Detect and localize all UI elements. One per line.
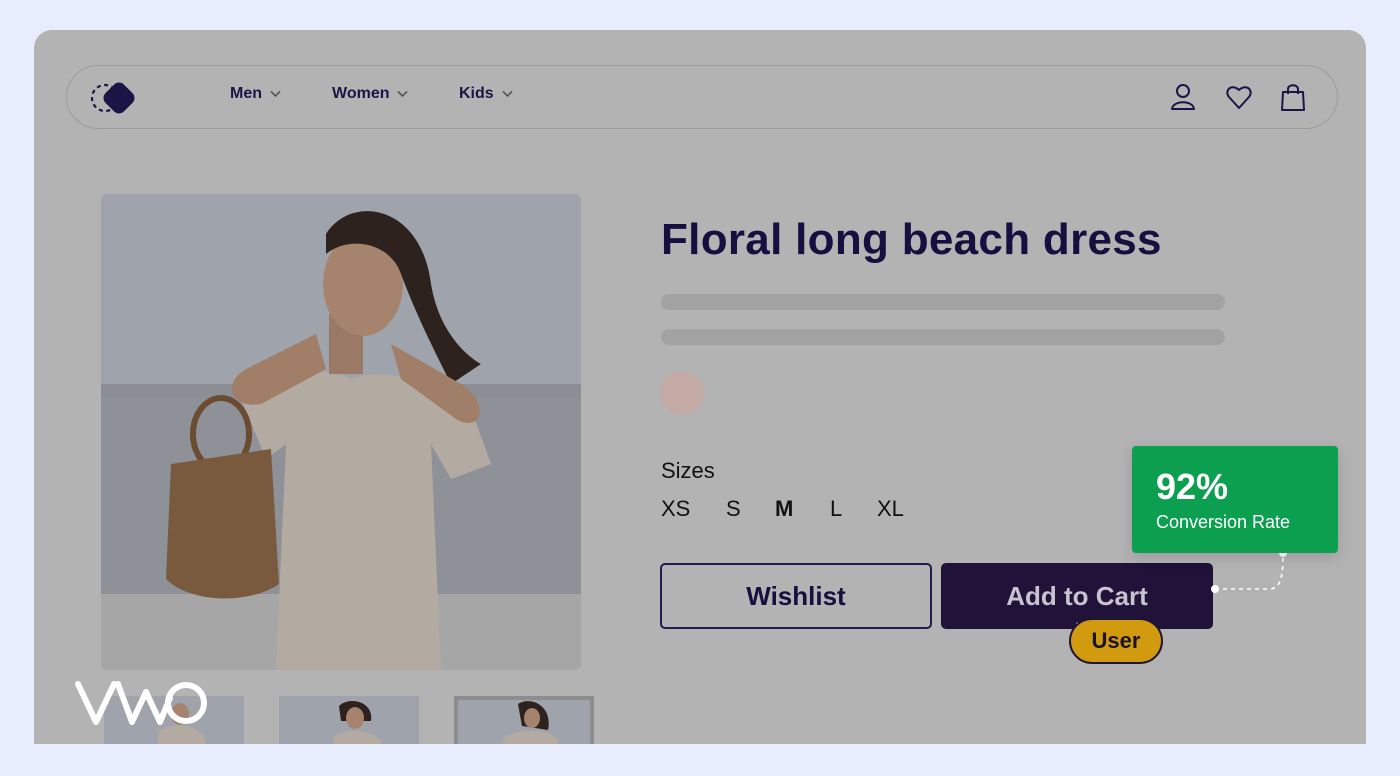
vwo-logo xyxy=(75,681,207,725)
nav-men[interactable]: Men xyxy=(230,85,281,103)
conversion-rate-card: 92% Conversion Rate xyxy=(1132,446,1338,553)
wishlist-button-label: Wishlist xyxy=(746,580,846,611)
bag-icon[interactable] xyxy=(1279,82,1307,112)
conversion-rate-value: 92% xyxy=(1156,466,1229,507)
product-title: Floral long beach dress xyxy=(661,215,1162,264)
chevron-down-icon xyxy=(397,90,409,98)
user-badge: User xyxy=(1069,618,1163,664)
top-navbar: Men Women Kids xyxy=(66,65,1338,129)
conversion-rate-label: Conversion Rate xyxy=(1156,512,1291,532)
nav-kids[interactable]: Kids xyxy=(459,85,513,103)
size-option-m[interactable]: M xyxy=(775,496,793,522)
thumbnail-3[interactable] xyxy=(454,696,594,744)
color-swatch[interactable] xyxy=(660,371,704,415)
size-option-xl[interactable]: XL xyxy=(877,496,904,522)
description-placeholder-line xyxy=(661,329,1225,345)
size-option-s[interactable]: S xyxy=(726,496,741,522)
nav-women-label: Women xyxy=(332,85,390,102)
browser-frame: Men Women Kids Floral long beach dress S… xyxy=(34,30,1366,744)
wishlist-button[interactable]: Wishlist xyxy=(660,563,932,629)
chevron-down-icon xyxy=(270,90,281,98)
user-badge-label: User xyxy=(1091,628,1141,653)
connector-line xyxy=(1211,549,1287,593)
add-to-cart-button-label: Add to Cart xyxy=(1006,580,1148,611)
description-placeholder-line xyxy=(661,294,1225,310)
chevron-down-icon xyxy=(502,90,513,98)
size-option-xs[interactable]: XS xyxy=(661,496,690,522)
size-option-l[interactable]: L xyxy=(830,496,842,522)
nav-kids-label: Kids xyxy=(459,85,494,102)
sizes-label: Sizes xyxy=(661,458,715,483)
heart-icon[interactable] xyxy=(1225,82,1253,112)
nav-men-label: Men xyxy=(230,85,262,102)
nav-women[interactable]: Women xyxy=(332,85,409,103)
user-icon[interactable] xyxy=(1169,82,1197,112)
thumbnail-2[interactable] xyxy=(279,696,419,744)
product-image[interactable] xyxy=(101,194,581,670)
brand-logo[interactable] xyxy=(89,80,135,116)
